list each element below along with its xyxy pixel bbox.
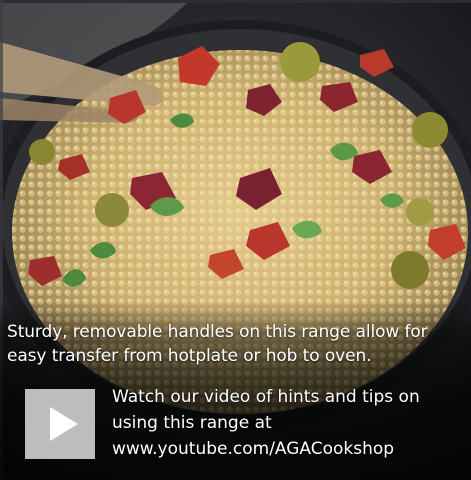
product-image-card: Sturdy, removable handles on this range …	[0, 0, 471, 480]
top-border	[0, 0, 471, 3]
play-icon	[50, 407, 78, 441]
caption-line-2: easy transfer from hotplate or hob to ov…	[7, 346, 372, 366]
play-video-button[interactable]	[25, 389, 95, 459]
caption-line-1: Sturdy, removable handles on this range …	[7, 322, 428, 342]
video-line-1: Watch our video of hints and tips on	[112, 387, 420, 407]
video-line-2: using this range at	[112, 413, 272, 433]
video-promo: Watch our video of hints and tips on usi…	[22, 384, 468, 470]
product-caption: Sturdy, removable handles on this range …	[7, 320, 469, 368]
video-promo-text: Watch our video of hints and tips on usi…	[112, 384, 468, 462]
youtube-link[interactable]: www.youtube.com/AGACookshop	[112, 439, 394, 459]
